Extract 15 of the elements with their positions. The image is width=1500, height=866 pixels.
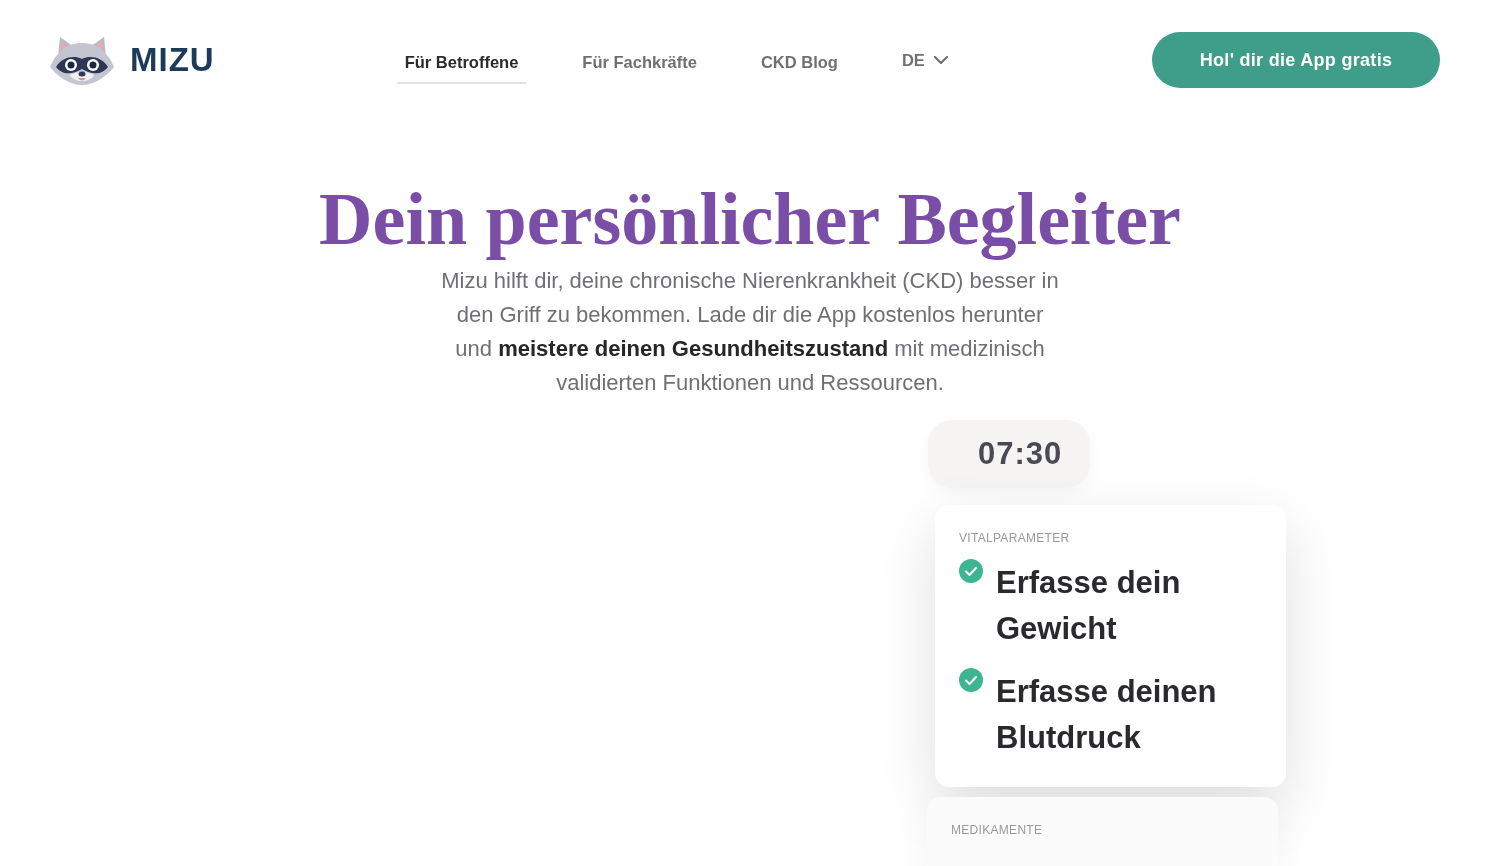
nav-tab[interactable]: Für Betroffene	[396, 40, 527, 84]
chevron-down-icon	[933, 56, 948, 64]
raccoon-logo-icon	[48, 35, 116, 85]
logo-wordmark[interactable]: MIZU	[130, 41, 215, 79]
time-pill: 07:30	[928, 420, 1090, 488]
nav-tab[interactable]: CKD Blog	[752, 40, 846, 84]
task-label: Erfasse deinen Blutdruck	[996, 673, 1218, 757]
task-label: Erfasse dein Gewicht	[996, 564, 1182, 648]
get-app-button[interactable]: Hol' dir die App gratis	[1152, 32, 1440, 88]
language-dropdown[interactable]: DE	[893, 44, 956, 76]
hero-intro: Mizu hilft dir, deine chronische Nierenkrankheit (CKD) besser in den Griff zu bekommen. Lade dir die App kostenlos herunter und meistere deinen Gesundheitszustand mit medizinisch validierten Funktionen und Ressourcen.	[440, 267, 1060, 397]
nav-tab[interactable]: Für Fachkräfte	[574, 40, 705, 84]
card-category: VITALPARAMETER	[959, 531, 1071, 545]
card-category: MEDIKAMENTE	[951, 823, 1044, 837]
hero-title: Dein persönlicher Begleiter	[319, 178, 1181, 260]
